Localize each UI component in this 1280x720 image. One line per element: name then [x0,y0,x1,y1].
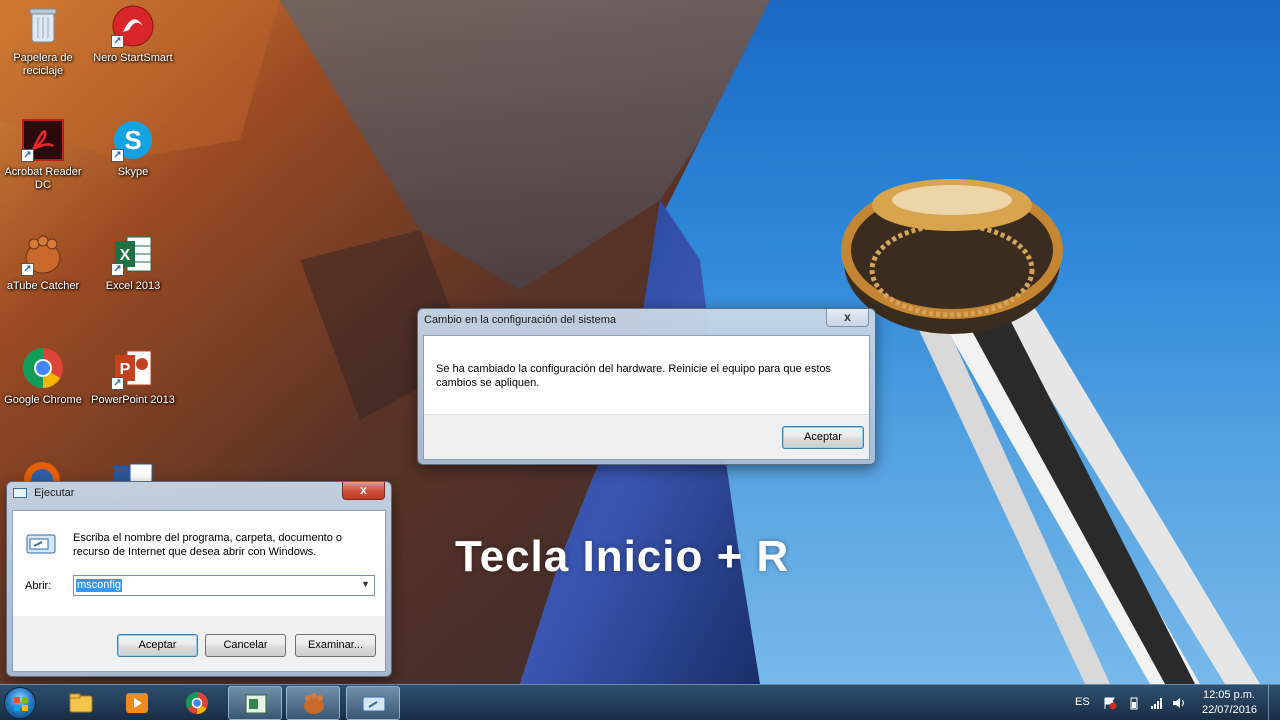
shortcut-arrow-icon: ↗ [111,377,124,390]
desktop-icon-atube-catcher[interactable]: ↗ aTube Catcher [0,232,86,293]
dialog-message: Se ha cambiado la configuración del hard… [436,363,832,389]
shortcut-arrow-icon: ↗ [21,149,34,162]
run-icon-small [13,488,27,499]
run-command-input[interactable]: msconfig [76,579,123,592]
atube-catcher-icon [304,693,324,714]
taskbar-media-player[interactable] [110,686,164,720]
space-needle-shape [841,179,1260,684]
desktop-icon-google-chrome[interactable]: Google Chrome [0,346,86,407]
dropdown-arrow-icon[interactable]: ▼ [361,579,370,589]
svg-text:X: X [120,247,131,264]
close-button[interactable]: x [342,482,385,500]
system-config-titlebar[interactable]: Cambio en la configuración del sistema x [418,309,875,331]
skype-icon: S ↗ [111,118,155,162]
taskbar-atube-catcher[interactable] [286,686,340,720]
desktop-icon-excel-2013[interactable]: X ↗ Excel 2013 [90,232,176,293]
shortcut-arrow-icon: ↗ [111,35,124,48]
desktop-icon-recycle-bin[interactable]: Papelera de reciclaje [0,4,86,78]
system-config-dialog: Cambio en la configuración del sistema x… [417,308,876,465]
desktop-icon-nero-startsmart[interactable]: ↗ Nero StartSmart [90,4,176,65]
clock-date[interactable]: 22/07/2016 [1202,704,1257,716]
taskbar-explorer[interactable] [54,686,108,720]
recycle-bin-icon [21,4,65,48]
dialog-title: Cambio en la configuración del sistema [424,314,616,326]
desktop-icon-label: Papelera de reciclaje [13,52,73,77]
run-command-combobox[interactable]: msconfig ▼ [73,575,375,596]
acrobat-icon: ↗ [21,118,65,162]
desktop-icon-label: Google Chrome [4,394,82,406]
run-dialog-body: Escriba el nombre del programa, carpeta,… [12,510,386,672]
network-signal-icon[interactable] [1150,696,1164,710]
desktop-icon-label: Acrobat Reader DC [4,166,82,191]
svg-text:P: P [120,361,131,378]
atube-catcher-icon: ↗ [21,232,65,276]
taskbar-system-config[interactable] [228,686,282,720]
desktop-icon-label: aTube Catcher [6,280,80,292]
desktop-icon-label: Excel 2013 [105,280,161,292]
run-titlebar[interactable]: Ejecutar x [7,482,391,504]
run-upper-area: Escriba el nombre del programa, carpeta,… [13,511,385,616]
open-label: Abrir: [25,580,52,592]
volume-icon[interactable] [1172,696,1186,710]
start-button[interactable] [4,687,36,719]
caption-overlay: Tecla Inicio + R [455,532,790,581]
taskbar-chrome[interactable] [170,686,224,720]
desktop-icon-skype[interactable]: S ↗ Skype [90,118,176,179]
chrome-icon [186,692,208,714]
dialog-body: Se ha cambiado la configuración del hard… [423,335,870,460]
cancel-button[interactable]: Cancelar [205,634,286,657]
taskbar: ES 12:05 p.m. 22/07/2016 [0,684,1280,720]
media-player-icon [126,693,148,713]
nero-icon: ↗ [111,4,155,48]
desktop-icon-label: Nero StartSmart [93,52,173,64]
message-area: Se ha cambiado la configuración del hard… [424,336,869,414]
button-area: Aceptar [424,414,869,459]
close-button[interactable]: x [826,309,869,327]
windows-logo-icon [14,697,28,711]
clock-time[interactable]: 12:05 p.m. [1203,689,1255,701]
shortcut-arrow-icon: ↗ [111,263,124,276]
shortcut-arrow-icon: ↗ [111,149,124,162]
show-desktop-button[interactable] [1268,685,1280,720]
browse-button[interactable]: Examinar... [295,634,376,657]
battery-icon[interactable] [1127,696,1141,710]
action-center-flag-icon[interactable] [1103,696,1117,710]
run-description: Escriba el nombre del programa, carpeta,… [73,532,343,558]
language-indicator[interactable]: ES [1075,696,1090,708]
chrome-icon [21,346,65,390]
msconfig-icon [245,694,267,714]
shortcut-arrow-icon: ↗ [21,263,34,276]
powerpoint-icon: P ↗ [111,346,155,390]
run-button-area: Aceptar Cancelar Examinar... [13,616,385,671]
accept-button[interactable]: Aceptar [117,634,198,657]
desktop-icon-label: PowerPoint 2013 [91,394,175,406]
run-icon [362,696,386,712]
desktop-icon-label: Skype [117,166,149,178]
word-icon[interactable] [112,462,154,483]
folder-icon [69,693,93,713]
taskbar-run[interactable] [346,686,400,720]
run-dialog: Ejecutar x Escriba el nombre del program… [6,481,392,677]
dialog-title: Ejecutar [34,487,75,499]
excel-icon: X ↗ [111,232,155,276]
accept-button[interactable]: Aceptar [782,426,864,449]
firefox-icon[interactable] [22,460,62,498]
desktop-icon-powerpoint-2013[interactable]: P ↗ PowerPoint 2013 [90,346,176,407]
desktop-icon-acrobat-reader[interactable]: ↗ Acrobat Reader DC [0,118,86,192]
run-program-icon [26,531,56,557]
svg-text:S: S [124,125,141,155]
